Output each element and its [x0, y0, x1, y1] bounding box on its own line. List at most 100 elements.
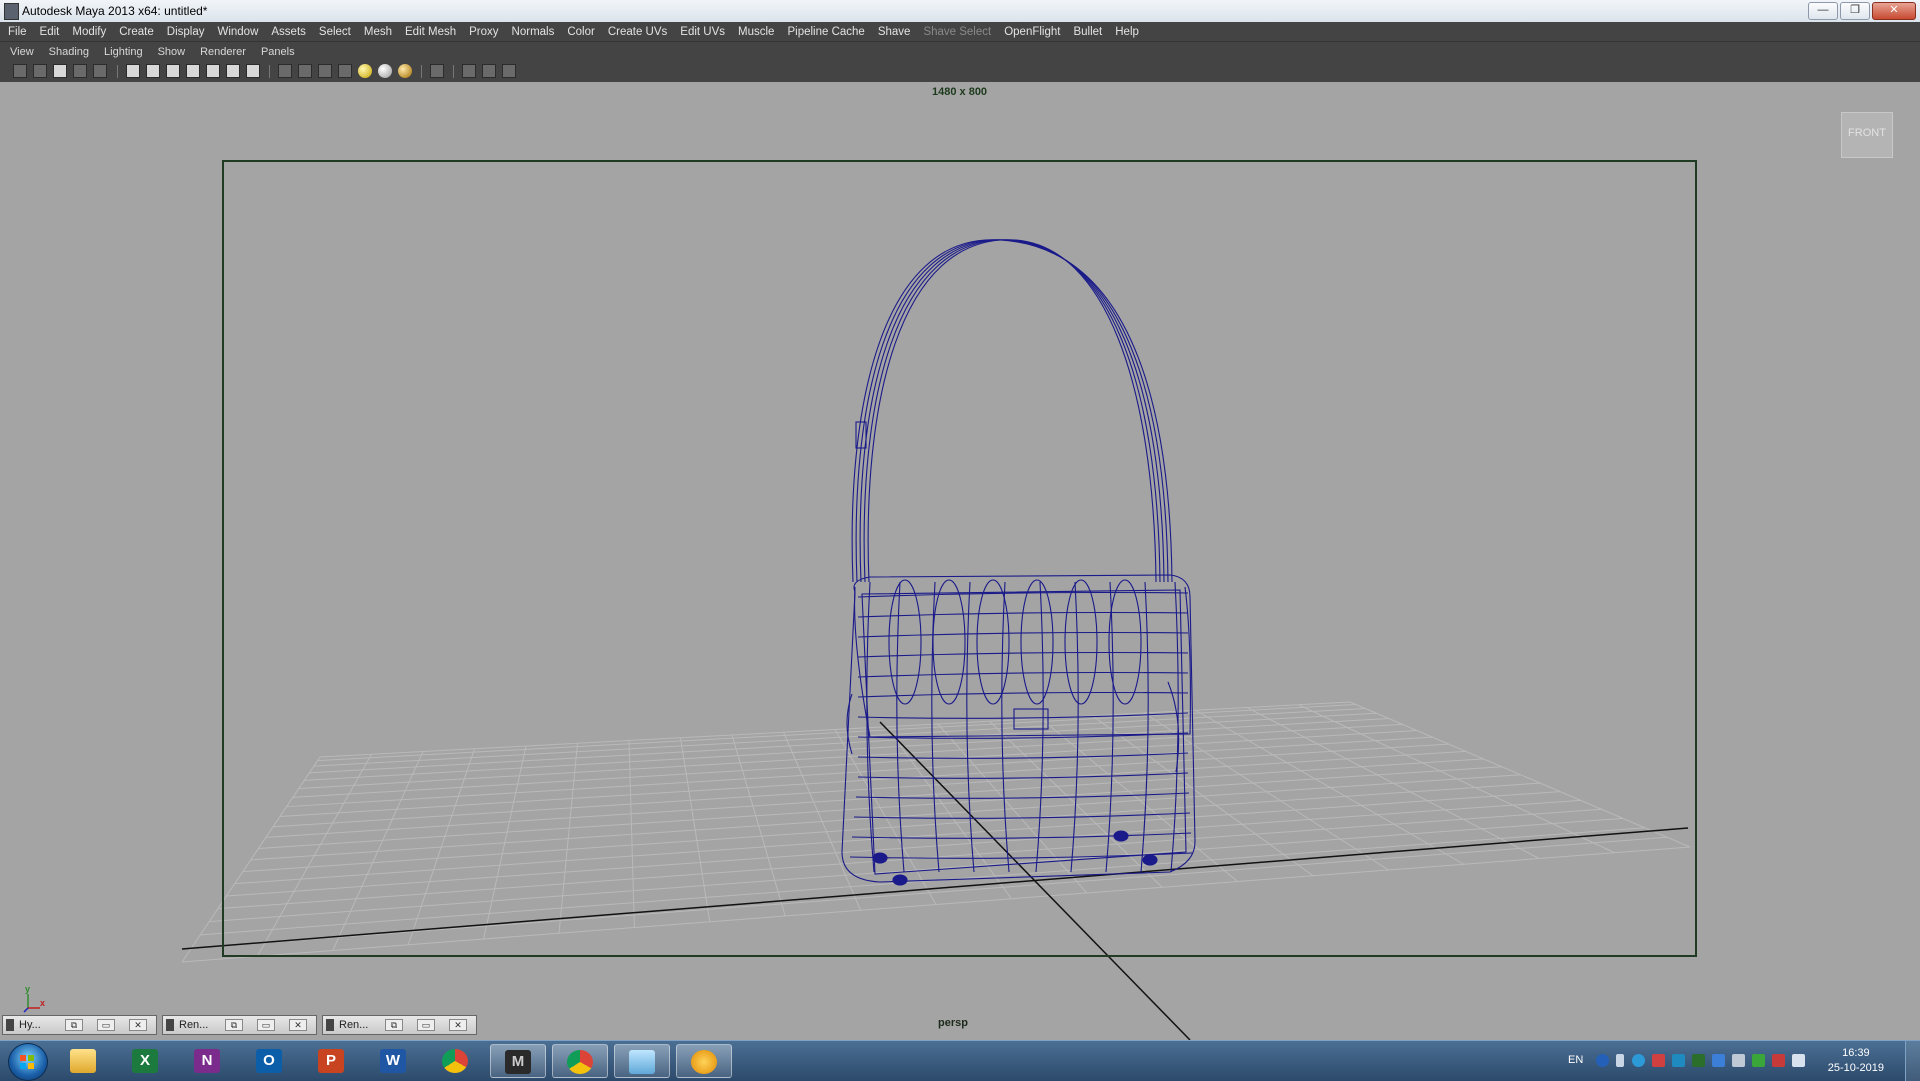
restore-icon[interactable]: ⧉	[225, 1019, 243, 1031]
menu-create-uvs[interactable]: Create UVs	[608, 26, 667, 38]
taskbar-notepad[interactable]	[614, 1044, 670, 1078]
menu-display[interactable]: Display	[167, 26, 205, 38]
taskbar-chrome-2[interactable]	[552, 1044, 608, 1078]
film-gate-icon[interactable]	[146, 64, 160, 78]
monitor-icon[interactable]	[1732, 1054, 1745, 1067]
panel-menu-lighting[interactable]: Lighting	[104, 46, 143, 58]
sync-icon[interactable]	[1632, 1054, 1645, 1067]
close-icon[interactable]: ✕	[289, 1019, 307, 1031]
start-button[interactable]	[8, 1043, 48, 1081]
select-camera-icon[interactable]	[13, 64, 27, 78]
taskbar-powerpoint[interactable]: P	[304, 1044, 360, 1078]
main-menu-bar: File Edit Modify Create Display Window A…	[0, 22, 1920, 42]
taskbar-excel[interactable]: X	[118, 1044, 174, 1078]
use-all-lights-icon[interactable]	[358, 64, 372, 78]
menu-edit[interactable]: Edit	[40, 26, 60, 38]
menu-bullet[interactable]: Bullet	[1073, 26, 1102, 38]
textured-icon[interactable]	[338, 64, 352, 78]
network-agent-icon[interactable]	[1672, 1054, 1685, 1067]
camera-name: persp	[938, 1017, 968, 1029]
minimized-window-label: Hy...	[19, 1019, 41, 1031]
menu-create[interactable]: Create	[119, 26, 154, 38]
viewcube[interactable]: FRONT	[1841, 112, 1893, 158]
taskbar-chrome[interactable]	[428, 1044, 484, 1078]
bookmarks-icon[interactable]	[53, 64, 67, 78]
menu-edit-mesh[interactable]: Edit Mesh	[405, 26, 456, 38]
menu-openflight[interactable]: OpenFlight	[1004, 26, 1060, 38]
help-icon[interactable]	[1596, 1054, 1609, 1067]
panel-menu-view[interactable]: View	[10, 46, 34, 58]
show-desktop-button[interactable]	[1905, 1041, 1920, 1081]
xray-joints-icon[interactable]	[482, 64, 496, 78]
menu-help[interactable]: Help	[1115, 26, 1139, 38]
panel-menu-show[interactable]: Show	[158, 46, 186, 58]
menu-window[interactable]: Window	[217, 26, 258, 38]
minimized-window-render-1[interactable]: Ren... ⧉ ▭ ✕	[162, 1015, 317, 1035]
check-icon[interactable]	[1752, 1054, 1765, 1067]
grease-pencil-icon[interactable]	[93, 64, 107, 78]
shadows-icon[interactable]	[378, 64, 392, 78]
minimized-window-hypershade[interactable]: Hy... ⧉ ▭ ✕	[2, 1015, 157, 1035]
security-icon[interactable]	[1652, 1054, 1665, 1067]
restore-button[interactable]: ❐	[1840, 2, 1870, 20]
menu-select[interactable]: Select	[319, 26, 351, 38]
battery-icon[interactable]	[1692, 1054, 1705, 1067]
field-chart-icon[interactable]	[206, 64, 220, 78]
close-button[interactable]: ✕	[1872, 2, 1916, 20]
close-icon[interactable]: ✕	[449, 1019, 467, 1031]
resolution-gate-icon[interactable]	[166, 64, 180, 78]
bluetooth-icon[interactable]	[1712, 1054, 1725, 1067]
image-plane-icon[interactable]	[73, 64, 87, 78]
taskbar-outlook[interactable]: O	[242, 1044, 298, 1078]
menu-muscle[interactable]: Muscle	[738, 26, 774, 38]
lock-camera-icon[interactable]	[33, 64, 47, 78]
show-hidden-icons-icon[interactable]	[1616, 1054, 1624, 1067]
panel-menu-shading[interactable]: Shading	[49, 46, 89, 58]
taskbar-onenote[interactable]: N	[180, 1044, 236, 1078]
share-icon[interactable]	[502, 64, 516, 78]
taskbar-word[interactable]: W	[366, 1044, 422, 1078]
taskbar-maya[interactable]: M	[490, 1044, 546, 1078]
maximize-icon[interactable]: ▭	[97, 1019, 115, 1031]
menu-file[interactable]: File	[8, 26, 27, 38]
volume-icon[interactable]	[1792, 1054, 1805, 1067]
xray-icon[interactable]	[462, 64, 476, 78]
menu-pipeline-cache[interactable]: Pipeline Cache	[787, 26, 864, 38]
wireframe-on-shaded-icon[interactable]	[318, 64, 332, 78]
taskbar-explorer[interactable]	[56, 1044, 112, 1078]
safe-action-icon[interactable]	[226, 64, 240, 78]
panel-menu-panels[interactable]: Panels	[261, 46, 295, 58]
maya-window-icon	[166, 1019, 174, 1031]
close-icon[interactable]: ✕	[129, 1019, 147, 1031]
high-quality-icon[interactable]	[398, 64, 412, 78]
restore-icon[interactable]: ⧉	[385, 1019, 403, 1031]
excel-icon: X	[132, 1049, 158, 1073]
menu-assets[interactable]: Assets	[271, 26, 306, 38]
menu-proxy[interactable]: Proxy	[469, 26, 498, 38]
clock[interactable]: 16:39 25-10-2019	[1828, 1046, 1884, 1076]
perspective-viewport[interactable]: 1480 x 800 FRONT y x persp	[0, 82, 1920, 1040]
panel-menu-renderer[interactable]: Renderer	[200, 46, 246, 58]
menu-color[interactable]: Color	[567, 26, 594, 38]
minimized-window-render-2[interactable]: Ren... ⧉ ▭ ✕	[322, 1015, 477, 1035]
menu-mesh[interactable]: Mesh	[364, 26, 392, 38]
gate-mask-icon[interactable]	[186, 64, 200, 78]
taskbar-paint[interactable]	[676, 1044, 732, 1078]
maximize-icon[interactable]: ▭	[257, 1019, 275, 1031]
restore-icon[interactable]: ⧉	[65, 1019, 83, 1031]
safe-title-icon[interactable]	[246, 64, 260, 78]
maximize-icon[interactable]: ▭	[417, 1019, 435, 1031]
menu-modify[interactable]: Modify	[72, 26, 106, 38]
menu-edit-uvs[interactable]: Edit UVs	[680, 26, 725, 38]
smooth-shade-icon[interactable]	[298, 64, 312, 78]
maya-icon: M	[505, 1050, 531, 1074]
language-indicator[interactable]: EN	[1568, 1054, 1583, 1066]
menu-normals[interactable]: Normals	[512, 26, 555, 38]
windows-logo-icon	[20, 1055, 34, 1069]
wireframe-icon[interactable]	[278, 64, 292, 78]
grid-icon[interactable]	[126, 64, 140, 78]
isolate-select-icon[interactable]	[430, 64, 444, 78]
flag-icon[interactable]	[1772, 1054, 1785, 1067]
minimize-button[interactable]: —	[1808, 2, 1838, 20]
menu-shave[interactable]: Shave	[878, 26, 911, 38]
